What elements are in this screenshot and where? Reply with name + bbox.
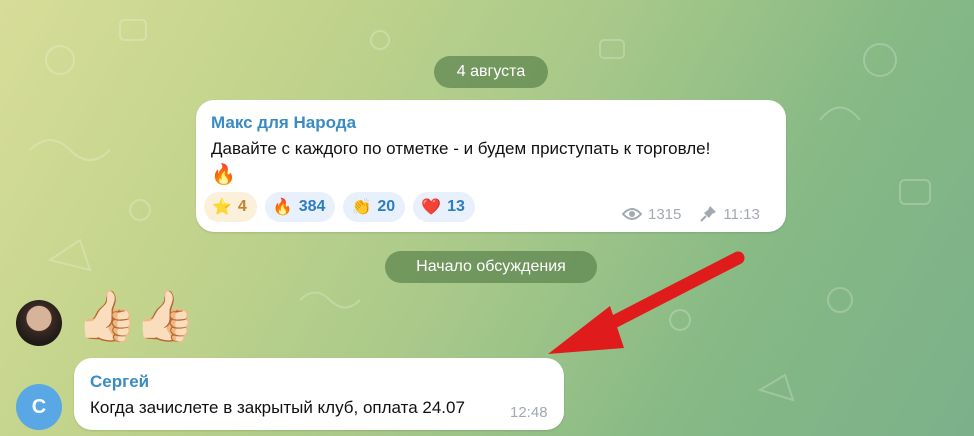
reaction-count: 384 — [298, 198, 326, 215]
avatar-letter: С — [31, 395, 47, 418]
channel-post-bubble[interactable]: Макс для Народа Давайте с каждого по отм… — [196, 100, 786, 232]
star-icon: ⭐ — [212, 199, 232, 216]
clap-icon: 👏 — [351, 199, 372, 216]
post-time: 11:13 — [723, 205, 760, 223]
pin-icon — [700, 206, 717, 222]
reaction-fire[interactable]: 🔥 384 — [264, 192, 336, 222]
comment-time: 12:48 — [510, 404, 548, 421]
post-meta: 1315 11:13 — [622, 205, 760, 223]
comment-avatar[interactable]: С — [16, 384, 62, 430]
thumbs-up-sticker[interactable]: 👍🏻👍🏻 — [76, 286, 196, 346]
post-text: Давайте с каждого по отметке - и будем п… — [211, 139, 711, 158]
heart-icon: ❤️ — [421, 199, 442, 216]
comment-author[interactable]: Сергей — [90, 372, 149, 392]
comment-bubble[interactable]: Сергей Когда зачислете в закрытый клуб, … — [74, 358, 564, 430]
discussion-start-separator: Начало обсуждения — [385, 251, 597, 283]
reaction-heart[interactable]: ❤️ 13 — [413, 192, 475, 222]
view-count: 1315 — [648, 205, 682, 223]
reaction-count: 13 — [447, 198, 465, 215]
fire-emoji: 🔥 — [211, 164, 236, 186]
eye-icon — [622, 208, 642, 220]
post-author[interactable]: Макс для Народа — [211, 113, 356, 133]
fire-icon: 🔥 — [272, 199, 293, 216]
reaction-count: 20 — [377, 198, 396, 215]
date-separator: 4 августа — [434, 56, 548, 88]
user-avatar-photo[interactable] — [16, 300, 62, 346]
reaction-clap[interactable]: 👏 20 — [343, 192, 406, 222]
comment-text: Когда зачислете в закрытый клуб, оплата … — [90, 398, 465, 417]
discussion-label: Начало обсуждения — [416, 258, 566, 275]
reaction-star[interactable]: ⭐ 4 — [204, 192, 257, 222]
reactions-bar: ⭐ 4 🔥 384 👏 20 ❤️ 13 — [204, 192, 475, 222]
date-label: 4 августа — [456, 63, 526, 80]
reaction-count: 4 — [237, 198, 247, 215]
